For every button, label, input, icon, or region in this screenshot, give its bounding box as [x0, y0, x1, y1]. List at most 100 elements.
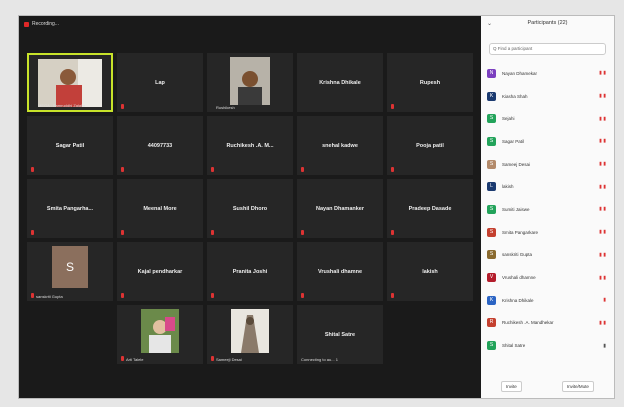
tile-name: Shital Satre: [324, 331, 356, 338]
video-tile[interactable]: Rushikesh: [207, 53, 293, 112]
participant-name: Sameej Desai: [502, 161, 531, 167]
list-item[interactable]: R Ruchikesh .A. Mandhekar ▮ ▮: [481, 312, 614, 335]
participant-name: sanskriti Gupta: [502, 252, 533, 258]
video-tile[interactable]: snehal kadwe: [297, 116, 383, 175]
video-tile[interactable]: Sagar Patil: [27, 116, 113, 175]
invite-button[interactable]: Invite: [501, 381, 522, 392]
video-tile[interactable]: Sushil Dhoro: [207, 179, 293, 238]
list-item[interactable]: S Smita Pangarkare ▮ ▮: [481, 221, 614, 244]
list-item[interactable]: S Sameej Desai ▮ ▮: [481, 153, 614, 176]
video-tile[interactable]: Smita Pangarha...: [27, 179, 113, 238]
list-item[interactable]: V Vrushali dhamne ▮ ▮: [481, 266, 614, 289]
avatar: S: [487, 250, 496, 260]
recording-indicator[interactable]: Recording...: [24, 21, 59, 27]
mic-muted-icon: [211, 230, 214, 235]
list-item[interactable]: Ssanskriti Gupta ▮ ▮: [481, 244, 614, 267]
list-item[interactable]: N Nayan Dhamekar ▮ ▮: [481, 62, 614, 85]
video-tile[interactable]: Arti Talele: [117, 305, 203, 364]
tile-caption: Arti Talele: [126, 357, 144, 362]
chevron-down-icon[interactable]: ⌄: [487, 20, 492, 27]
list-item[interactable]: Llakish ▮ ▮: [481, 175, 614, 198]
tile-name: Pradeep Dasade: [408, 205, 452, 212]
mic-muted-icon: ▮ ▮: [599, 229, 606, 236]
avatar: V: [487, 273, 496, 283]
video-tile[interactable]: Vrushali dhamne: [297, 242, 383, 301]
tile-name: Nayan Dhamanker: [316, 205, 364, 212]
tile-name: lakish: [422, 268, 438, 275]
participant-list: N Nayan Dhamekar ▮ ▮ K Kiasha Shah ▮ ▮ S Seja…: [481, 62, 614, 357]
participant-name: Ruchikesh .A. Mandhekar: [502, 320, 554, 326]
tile-name: Lap: [155, 79, 165, 86]
participant-name: Kiasha Shah: [502, 93, 528, 99]
tile-name: Kajal pendharkar: [137, 268, 183, 275]
mic-muted-icon: [301, 230, 304, 235]
record-icon: [24, 21, 29, 27]
video-tile[interactable]: Rupesh: [387, 53, 473, 112]
video-tile[interactable]: Pradeep Dasade: [387, 179, 473, 238]
avatar: S: [487, 136, 496, 146]
mic-muted-icon: ▮: [603, 297, 606, 304]
list-item[interactable]: S Shital Satre ▮: [481, 334, 614, 357]
video-gallery: Recording... MEGA : Samruddhi Zalake Lap…: [19, 16, 479, 398]
list-item[interactable]: K Krishna Dhikale ▮: [481, 289, 614, 312]
panel-footer: Invite Invite/Mute: [481, 381, 614, 392]
mic-muted-icon: ▮ ▮: [599, 70, 606, 77]
video-tile[interactable]: lakish: [387, 242, 473, 301]
avatar: R: [487, 318, 496, 328]
video-tile[interactable]: MEGA : Samruddhi Zalake: [27, 53, 113, 112]
recording-label: Recording...: [32, 21, 59, 27]
mic-muted-icon: ▮ ▮: [599, 161, 606, 168]
participant-name: Smita Pangarkare: [502, 229, 539, 235]
video-tile[interactable]: Meenal More: [117, 179, 203, 238]
participants-title: Participants (22): [527, 20, 568, 26]
mic-muted-icon: [301, 167, 304, 172]
tile-caption: Sameeji Desai: [216, 357, 242, 362]
mic-muted-icon: ▮ ▮: [599, 319, 606, 326]
list-item[interactable]: S Sagar Patil ▮ ▮: [481, 130, 614, 153]
mic-muted-icon: ▮ ▮: [599, 251, 606, 258]
participant-name: Sumiti Jaiswe: [502, 206, 530, 212]
list-item[interactable]: S Sumiti Jaiswe ▮ ▮: [481, 198, 614, 221]
mic-muted-icon: [211, 356, 214, 361]
avatar: S: [52, 246, 88, 288]
video-tile[interactable]: Lap: [117, 53, 203, 112]
tile-caption: Rushikesh: [216, 105, 235, 110]
tile-name: 44097733: [147, 142, 173, 149]
participant-search-input[interactable]: Q Find a participant: [489, 43, 606, 55]
participant-video-icon: [231, 309, 269, 353]
tile-name: Sushil Dhoro: [232, 205, 268, 212]
mic-muted-icon: ▮ ▮: [599, 115, 606, 122]
participant-video-icon: [38, 59, 102, 107]
video-tile[interactable]: Ruchikesh .A. M...: [207, 116, 293, 175]
video-tile[interactable]: Kajal pendharkar: [117, 242, 203, 301]
video-tile[interactable]: S sanskriti Gupta: [27, 242, 113, 301]
video-tile[interactable]: Krishna Dhikale: [297, 53, 383, 112]
mute-all-button[interactable]: Invite/Mute: [561, 381, 594, 392]
video-tile[interactable]: Nayan Dhamanker: [297, 179, 383, 238]
tile-caption: sanskriti Gupta: [36, 294, 63, 299]
video-tile[interactable]: 44097733: [117, 116, 203, 175]
video-tile[interactable]: Pooja patil: [387, 116, 473, 175]
participant-name: Krishna Dhikale: [502, 297, 534, 303]
mic-muted-icon: [211, 293, 214, 298]
list-item[interactable]: K Kiasha Shah ▮ ▮: [481, 85, 614, 108]
video-tile[interactable]: Sameeji Desai: [207, 305, 293, 364]
mic-muted-icon: [121, 356, 124, 361]
avatar: S: [487, 204, 496, 214]
tile-name: Pranita Joshi: [232, 268, 268, 275]
mic-muted-icon: [121, 104, 124, 109]
tile-name: Vrushali dhamne: [317, 268, 362, 275]
video-tile[interactable]: Shital Satre Connecting to au... 1: [297, 305, 383, 364]
list-item[interactable]: S Sejahi ▮ ▮: [481, 107, 614, 130]
tile-name: Krishna Dhikale: [319, 79, 361, 86]
participant-name: Nayan Dhamekar: [502, 70, 538, 76]
mic-muted-icon: [121, 167, 124, 172]
avatar: S: [487, 227, 496, 237]
mic-muted-icon: [391, 104, 394, 109]
participant-name: Shital Satre: [502, 343, 526, 349]
avatar: K: [487, 91, 496, 101]
participant-video-icon: [141, 309, 179, 353]
mic-muted-icon: [121, 293, 124, 298]
video-tile[interactable]: Pranita Joshi: [207, 242, 293, 301]
tile-name: Meenal More: [143, 205, 177, 212]
